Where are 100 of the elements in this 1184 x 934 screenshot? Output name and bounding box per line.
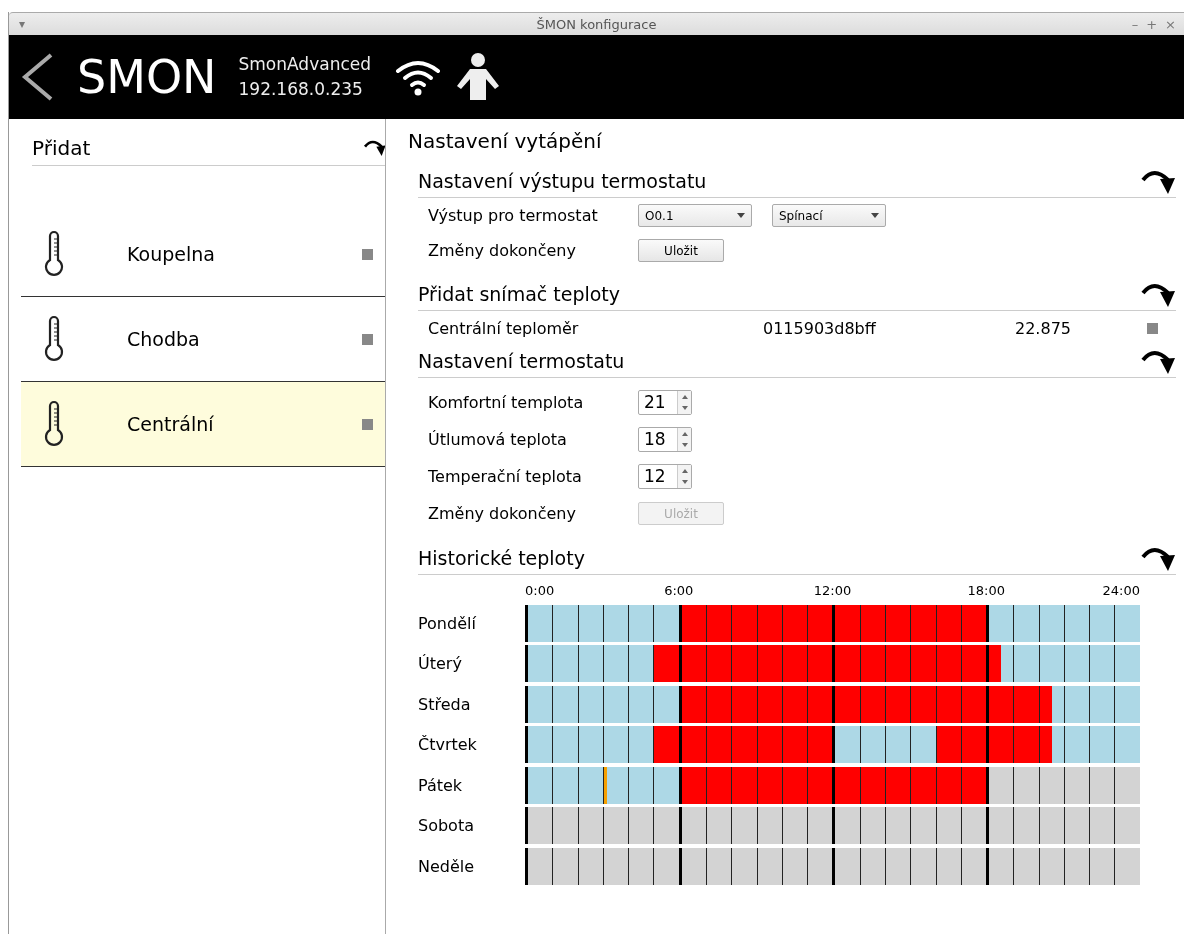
schedule-slot[interactable] — [731, 847, 745, 885]
schedule-slot[interactable] — [719, 766, 732, 804]
schedule-slot[interactable] — [807, 847, 821, 885]
schedule-slot[interactable] — [832, 847, 848, 885]
schedule-slot[interactable] — [1089, 685, 1103, 723]
stop-icon[interactable] — [1147, 322, 1158, 334]
schedule-slot[interactable] — [1013, 847, 1027, 885]
schedule-slot[interactable] — [628, 604, 642, 642]
schedule-slot[interactable] — [898, 847, 911, 885]
schedule-slot[interactable] — [628, 847, 642, 885]
schedule-slot[interactable] — [525, 847, 541, 885]
schedule-slot[interactable] — [1013, 604, 1027, 642]
schedule-slot[interactable] — [653, 766, 667, 804]
sidebar-item[interactable]: Centrální — [21, 382, 385, 467]
schedule-slot[interactable] — [1102, 847, 1115, 885]
schedule-slot[interactable] — [719, 645, 732, 683]
schedule-slot[interactable] — [1001, 726, 1014, 764]
schedule-slot[interactable] — [1114, 847, 1128, 885]
stop-icon[interactable] — [362, 418, 373, 430]
schedule-slot[interactable] — [525, 685, 541, 723]
schedule-slot[interactable] — [807, 807, 821, 845]
schedule-slot[interactable] — [1013, 726, 1027, 764]
schedule-slot[interactable] — [807, 685, 821, 723]
schedule-slot[interactable] — [1102, 726, 1115, 764]
window-menu-glyph[interactable]: ▾ — [9, 17, 26, 31]
schedule-slot[interactable] — [1102, 685, 1115, 723]
schedule-slot[interactable] — [540, 726, 553, 764]
schedule-slot[interactable] — [540, 645, 553, 683]
schedule-slot[interactable] — [910, 766, 924, 804]
schedule-slot[interactable] — [832, 685, 848, 723]
schedule-slot[interactable] — [1001, 645, 1014, 683]
schedule-slot[interactable] — [1114, 645, 1128, 683]
window-control[interactable]: – — [1131, 16, 1139, 32]
schedule-slot[interactable] — [898, 685, 911, 723]
back-icon[interactable] — [21, 53, 55, 101]
schedule-slot[interactable] — [641, 685, 654, 723]
schedule-slot[interactable] — [1114, 807, 1128, 845]
schedule-slot[interactable] — [1114, 726, 1128, 764]
save-button[interactable]: Uložit — [638, 239, 724, 262]
schedule-slot[interactable] — [731, 604, 745, 642]
schedule-slot[interactable] — [552, 807, 566, 845]
schedule-slot[interactable] — [719, 807, 732, 845]
schedule-slot[interactable] — [628, 807, 642, 845]
schedule-slot[interactable] — [1089, 645, 1103, 683]
schedule-slot[interactable] — [628, 645, 642, 683]
schedule-slot[interactable] — [552, 604, 566, 642]
schedule-slot[interactable] — [820, 726, 833, 764]
schedule-slot[interactable] — [641, 807, 654, 845]
number-spinner[interactable]: 18 — [638, 427, 692, 452]
schedule-slot[interactable] — [1114, 766, 1128, 804]
schedule-slot[interactable] — [1001, 847, 1014, 885]
schedule-slot[interactable] — [552, 685, 566, 723]
schedule-slot[interactable] — [731, 645, 745, 683]
schedule-slot[interactable] — [641, 604, 654, 642]
window-control[interactable]: × — [1165, 16, 1176, 32]
schedule-slot[interactable] — [1089, 604, 1103, 642]
schedule-slot[interactable] — [1089, 726, 1103, 764]
schedule-slot[interactable] — [832, 766, 848, 804]
schedule-slot[interactable] — [719, 604, 732, 642]
schedule-slot[interactable] — [540, 604, 553, 642]
schedule-slot[interactable] — [1001, 807, 1014, 845]
schedule-slot[interactable] — [820, 645, 833, 683]
schedule-slot[interactable] — [1013, 645, 1027, 683]
schedule-slot[interactable] — [1077, 807, 1090, 845]
schedule-slot[interactable] — [820, 847, 833, 885]
schedule-slot[interactable] — [898, 645, 911, 683]
schedule-slot[interactable] — [832, 645, 848, 683]
schedule-slot[interactable] — [1102, 766, 1115, 804]
schedule-slot[interactable] — [910, 604, 924, 642]
number-spinner[interactable]: 12 — [638, 464, 692, 489]
schedule-slot[interactable] — [832, 604, 848, 642]
schedule-slot[interactable] — [552, 766, 566, 804]
schedule-slot[interactable] — [1001, 685, 1014, 723]
schedule-slot[interactable] — [820, 604, 833, 642]
schedule-slot[interactable] — [628, 766, 642, 804]
schedule-slot[interactable] — [719, 847, 732, 885]
schedule-slot[interactable] — [731, 726, 745, 764]
schedule-slot[interactable] — [731, 807, 745, 845]
schedule-slot[interactable] — [552, 726, 566, 764]
schedule-slot[interactable] — [1001, 766, 1014, 804]
schedule-slot[interactable] — [552, 645, 566, 683]
schedule-slot[interactable] — [1077, 847, 1090, 885]
schedule-slot[interactable] — [986, 807, 1002, 845]
schedule-slot[interactable] — [731, 766, 745, 804]
schedule-slot[interactable] — [1001, 604, 1014, 642]
schedule-slot[interactable] — [540, 685, 553, 723]
schedule-slot[interactable] — [1102, 645, 1115, 683]
schedule-slot[interactable] — [525, 766, 541, 804]
schedule-slot[interactable] — [653, 847, 667, 885]
schedule-slot[interactable] — [653, 645, 667, 683]
schedule-slot[interactable] — [719, 685, 732, 723]
schedule-slot[interactable] — [832, 726, 848, 764]
schedule-slot[interactable] — [832, 807, 848, 845]
schedule-slot[interactable] — [820, 685, 833, 723]
schedule-slot[interactable] — [540, 807, 553, 845]
schedule-slot[interactable] — [807, 645, 821, 683]
schedule-slot[interactable] — [525, 645, 541, 683]
schedule-slot[interactable] — [898, 807, 911, 845]
schedule-slot[interactable] — [986, 847, 1002, 885]
schedule-slot[interactable] — [719, 726, 732, 764]
